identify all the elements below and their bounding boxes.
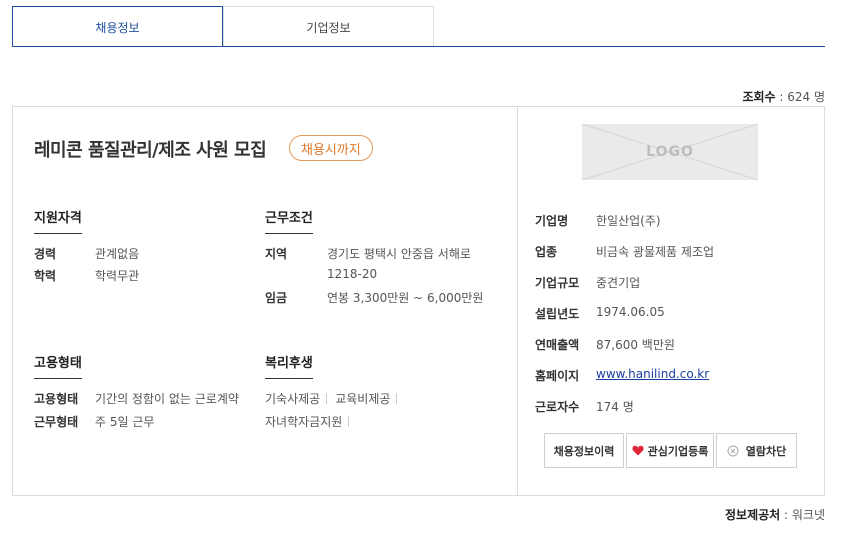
welfare-line: 자녀학자금지원 bbox=[265, 413, 357, 430]
job-history-label: 채용정보이력 bbox=[553, 444, 615, 458]
qualification-value: 학력무관 bbox=[95, 269, 140, 283]
view-count-label: 조회수 bbox=[742, 90, 776, 104]
welfare-item: 기숙사제공 bbox=[265, 392, 321, 406]
separator bbox=[348, 416, 350, 427]
favorite-company-label: 관심기업등록 bbox=[647, 444, 709, 458]
heart-icon bbox=[632, 445, 644, 456]
company-label: 설립년도 bbox=[535, 307, 580, 321]
separator bbox=[396, 393, 398, 404]
job-title: 레미콘 품질관리/제조 사원 모집 bbox=[34, 140, 267, 161]
view-count-value: 624 명 bbox=[787, 90, 825, 104]
salary-label: 임금 bbox=[265, 291, 288, 305]
tab-job-info[interactable]: 채용정보 bbox=[12, 6, 223, 47]
homepage-link[interactable]: www.hanilind.co.kr bbox=[596, 367, 709, 381]
company-label: 기업명 bbox=[535, 214, 569, 228]
favorite-company-button[interactable]: 관심기업등록 bbox=[626, 433, 714, 468]
block-view-label: 열람차단 bbox=[745, 444, 787, 458]
deadline-badge: 채용시까지 bbox=[289, 135, 373, 161]
welfare-item: 자녀학자금지원 bbox=[265, 415, 343, 429]
welfare-line: 기숙사제공 교육비제공 bbox=[265, 390, 405, 407]
company-label: 기업규모 bbox=[535, 276, 580, 290]
company-name: 한일산업(주) bbox=[596, 214, 661, 228]
qualification-label: 경력 bbox=[34, 247, 57, 261]
company-label: 근로자수 bbox=[535, 400, 580, 414]
company-label: 업종 bbox=[535, 245, 558, 259]
company-label: 연매출액 bbox=[535, 338, 580, 352]
qualification-value: 관계없음 bbox=[95, 247, 140, 261]
company-logo: LOGO bbox=[582, 124, 758, 180]
info-source-label: 정보제공처 bbox=[725, 508, 781, 522]
company-size: 중견기업 bbox=[596, 276, 641, 290]
section-welfare: 복리후생 bbox=[265, 352, 313, 379]
info-source-value: 워크넷 bbox=[791, 508, 825, 522]
salary-value: 연봉 3,300만원 ~ 6,000만원 bbox=[327, 291, 484, 305]
section-employment: 고용형태 bbox=[34, 352, 82, 379]
close-circle-icon bbox=[727, 445, 739, 456]
info-source: 정보제공처 : 워크넷 bbox=[725, 508, 825, 522]
welfare-item: 교육비제공 bbox=[335, 392, 391, 406]
block-view-button[interactable]: 열람차단 bbox=[716, 433, 797, 468]
company-homepage: www.hanilind.co.kr bbox=[596, 367, 709, 381]
company-industry: 비금속 광물제품 제조업 bbox=[596, 245, 715, 259]
separator bbox=[326, 393, 328, 404]
company-revenue: 87,600 백만원 bbox=[596, 338, 675, 352]
company-founded: 1974.06.05 bbox=[596, 305, 665, 319]
section-qualifications: 지원자격 bbox=[34, 207, 82, 234]
location-line1: 경기도 평택시 안중읍 서해로 bbox=[327, 247, 471, 261]
location-label: 지역 bbox=[265, 247, 288, 261]
employment-value: 기간의 정함이 없는 근로계약 bbox=[95, 392, 239, 406]
location-line2: 1218-20 bbox=[327, 267, 378, 281]
qualification-label: 학력 bbox=[34, 269, 57, 283]
tab-underline bbox=[12, 46, 825, 47]
company-employees: 174 명 bbox=[596, 400, 634, 414]
employment-label: 근무형태 bbox=[34, 415, 79, 429]
section-conditions: 근무조건 bbox=[265, 207, 313, 234]
employment-label: 고용형태 bbox=[34, 392, 79, 406]
company-label: 홈페이지 bbox=[535, 369, 580, 383]
card-divider bbox=[517, 106, 518, 496]
logo-text: LOGO bbox=[646, 144, 694, 160]
tab-company-info[interactable]: 기업정보 bbox=[223, 6, 434, 47]
view-count: 조회수 : 624 명 bbox=[742, 90, 825, 104]
employment-value: 주 5일 근무 bbox=[95, 415, 155, 429]
job-history-button[interactable]: 채용정보이력 bbox=[544, 433, 624, 468]
